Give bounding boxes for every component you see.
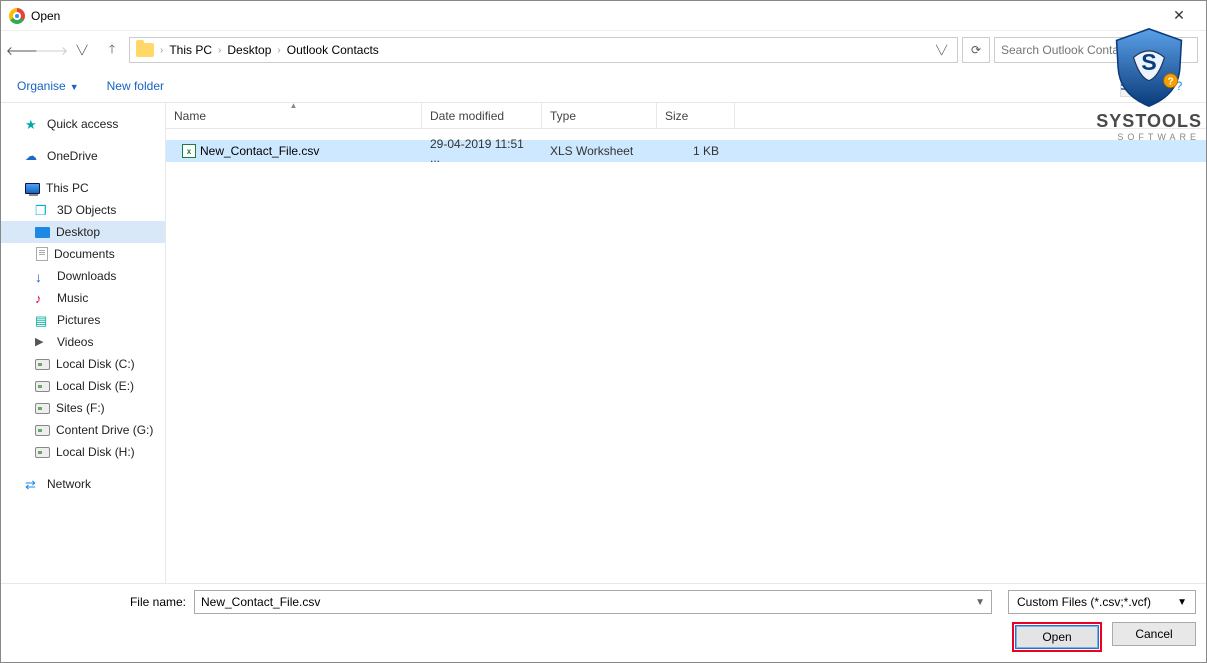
- address-dropdown[interactable]: ╲╱: [932, 45, 951, 56]
- chevron-right-icon[interactable]: ›: [277, 45, 280, 56]
- organise-menu[interactable]: Organise▼: [17, 79, 79, 93]
- documents-icon: [36, 247, 48, 261]
- star-icon: ★: [25, 117, 41, 131]
- filename-input[interactable]: [201, 595, 975, 609]
- nav-row: 🡐 🡒 ╲╱ 🡑 › This PC › Desktop › Outlook C…: [1, 31, 1206, 69]
- col-date[interactable]: Date modified: [422, 103, 542, 128]
- bottom-panel: File name: ▼ Custom Files (*.csv;*.vcf) …: [1, 583, 1206, 662]
- nav-onedrive[interactable]: ☁OneDrive: [1, 145, 165, 167]
- new-folder-button[interactable]: New folder: [107, 79, 164, 93]
- window-title: Open: [31, 9, 60, 23]
- cloud-icon: ☁: [25, 149, 41, 163]
- nav-pictures[interactable]: ▤Pictures: [1, 309, 165, 331]
- nav-quick-access[interactable]: ★Quick access: [1, 113, 165, 135]
- col-type[interactable]: Type: [542, 103, 657, 128]
- recent-dropdown[interactable]: ╲╱: [69, 37, 95, 63]
- pc-icon: [25, 183, 40, 194]
- pictures-icon: ▤: [35, 313, 51, 327]
- view-buttons: ▼ ?: [1120, 75, 1190, 97]
- nav-pane: ★Quick access ☁OneDrive This PC ❒3D Obje…: [1, 103, 166, 618]
- cancel-button[interactable]: Cancel: [1112, 622, 1196, 646]
- file-size-cell: 1 KB: [657, 144, 727, 158]
- nav-network[interactable]: ⇄Network: [1, 473, 165, 495]
- nav-thispc[interactable]: This PC: [1, 177, 165, 199]
- search-box[interactable]: [994, 37, 1198, 63]
- excel-icon: x: [182, 144, 196, 158]
- nav-desktop[interactable]: Desktop: [1, 221, 165, 243]
- up-button[interactable]: 🡑: [99, 37, 125, 63]
- view-details-button[interactable]: ▼: [1120, 75, 1142, 97]
- filetype-filter[interactable]: Custom Files (*.csv;*.vcf) ▼: [1008, 590, 1196, 614]
- chevron-right-icon[interactable]: ›: [160, 45, 163, 56]
- disk-icon: [35, 403, 50, 414]
- file-date-cell: 29-04-2019 11:51 ...: [422, 137, 542, 165]
- address-bar[interactable]: › This PC › Desktop › Outlook Contacts ╲…: [129, 37, 958, 63]
- nav-3dobjects[interactable]: ❒3D Objects: [1, 199, 165, 221]
- titlebar: Open ✕: [1, 1, 1206, 31]
- col-name[interactable]: ▲Name: [166, 103, 422, 128]
- nav-music[interactable]: ♪Music: [1, 287, 165, 309]
- nav-downloads[interactable]: ↓Downloads: [1, 265, 165, 287]
- file-list: ▲Name Date modified Type Size xNew_Conta…: [166, 103, 1206, 618]
- music-icon: ♪: [35, 291, 51, 305]
- column-headers: ▲Name Date modified Type Size: [166, 103, 1206, 129]
- nav-diskc[interactable]: Local Disk (C:): [1, 353, 165, 375]
- download-icon: ↓: [35, 269, 51, 283]
- disk-icon: [35, 425, 50, 436]
- nav-videos[interactable]: ▶Videos: [1, 331, 165, 353]
- file-name-cell: xNew_Contact_File.csv: [174, 144, 422, 158]
- crumb-thispc[interactable]: This PC: [169, 43, 212, 57]
- forward-button[interactable]: 🡒: [39, 37, 65, 63]
- search-input[interactable]: [1001, 43, 1191, 57]
- refresh-button[interactable]: ⟳: [962, 37, 990, 63]
- toolbar: Organise▼ New folder ▼ ?: [1, 69, 1206, 103]
- disk-icon: [35, 381, 50, 392]
- disk-icon: [35, 447, 50, 458]
- videos-icon: ▶: [35, 335, 51, 349]
- chevron-down-icon[interactable]: ▼: [1177, 597, 1187, 608]
- chevron-right-icon[interactable]: ›: [218, 45, 221, 56]
- cube-icon: ❒: [35, 203, 51, 217]
- back-button[interactable]: 🡐: [9, 37, 35, 63]
- close-button[interactable]: ✕: [1156, 1, 1202, 31]
- help-button[interactable]: ?: [1168, 75, 1190, 97]
- col-size[interactable]: Size: [657, 103, 735, 128]
- disk-icon: [35, 359, 50, 370]
- crumb-folder[interactable]: Outlook Contacts: [287, 43, 379, 57]
- body: ★Quick access ☁OneDrive This PC ❒3D Obje…: [1, 103, 1206, 618]
- preview-pane-button[interactable]: [1144, 75, 1166, 97]
- folder-icon: [136, 43, 154, 57]
- desktop-icon: [35, 227, 50, 238]
- network-icon: ⇄: [25, 477, 41, 491]
- crumb-desktop[interactable]: Desktop: [227, 43, 271, 57]
- file-type-cell: XLS Worksheet: [542, 144, 657, 158]
- file-row[interactable]: xNew_Contact_File.csv 29-04-2019 11:51 .…: [166, 140, 1206, 162]
- filename-label: File name:: [11, 595, 186, 609]
- sort-asc-icon: ▲: [290, 101, 298, 110]
- filename-combobox[interactable]: ▼: [194, 590, 992, 614]
- chevron-down-icon[interactable]: ▼: [975, 597, 985, 608]
- nav-contentg[interactable]: Content Drive (G:): [1, 419, 165, 441]
- nav-documents[interactable]: Documents: [1, 243, 165, 265]
- nav-sitesf[interactable]: Sites (F:): [1, 397, 165, 419]
- nav-diskh[interactable]: Local Disk (H:): [1, 441, 165, 463]
- chrome-icon: [9, 8, 25, 24]
- nav-diske[interactable]: Local Disk (E:): [1, 375, 165, 397]
- open-highlight: Open: [1012, 622, 1102, 652]
- open-button[interactable]: Open: [1015, 625, 1099, 649]
